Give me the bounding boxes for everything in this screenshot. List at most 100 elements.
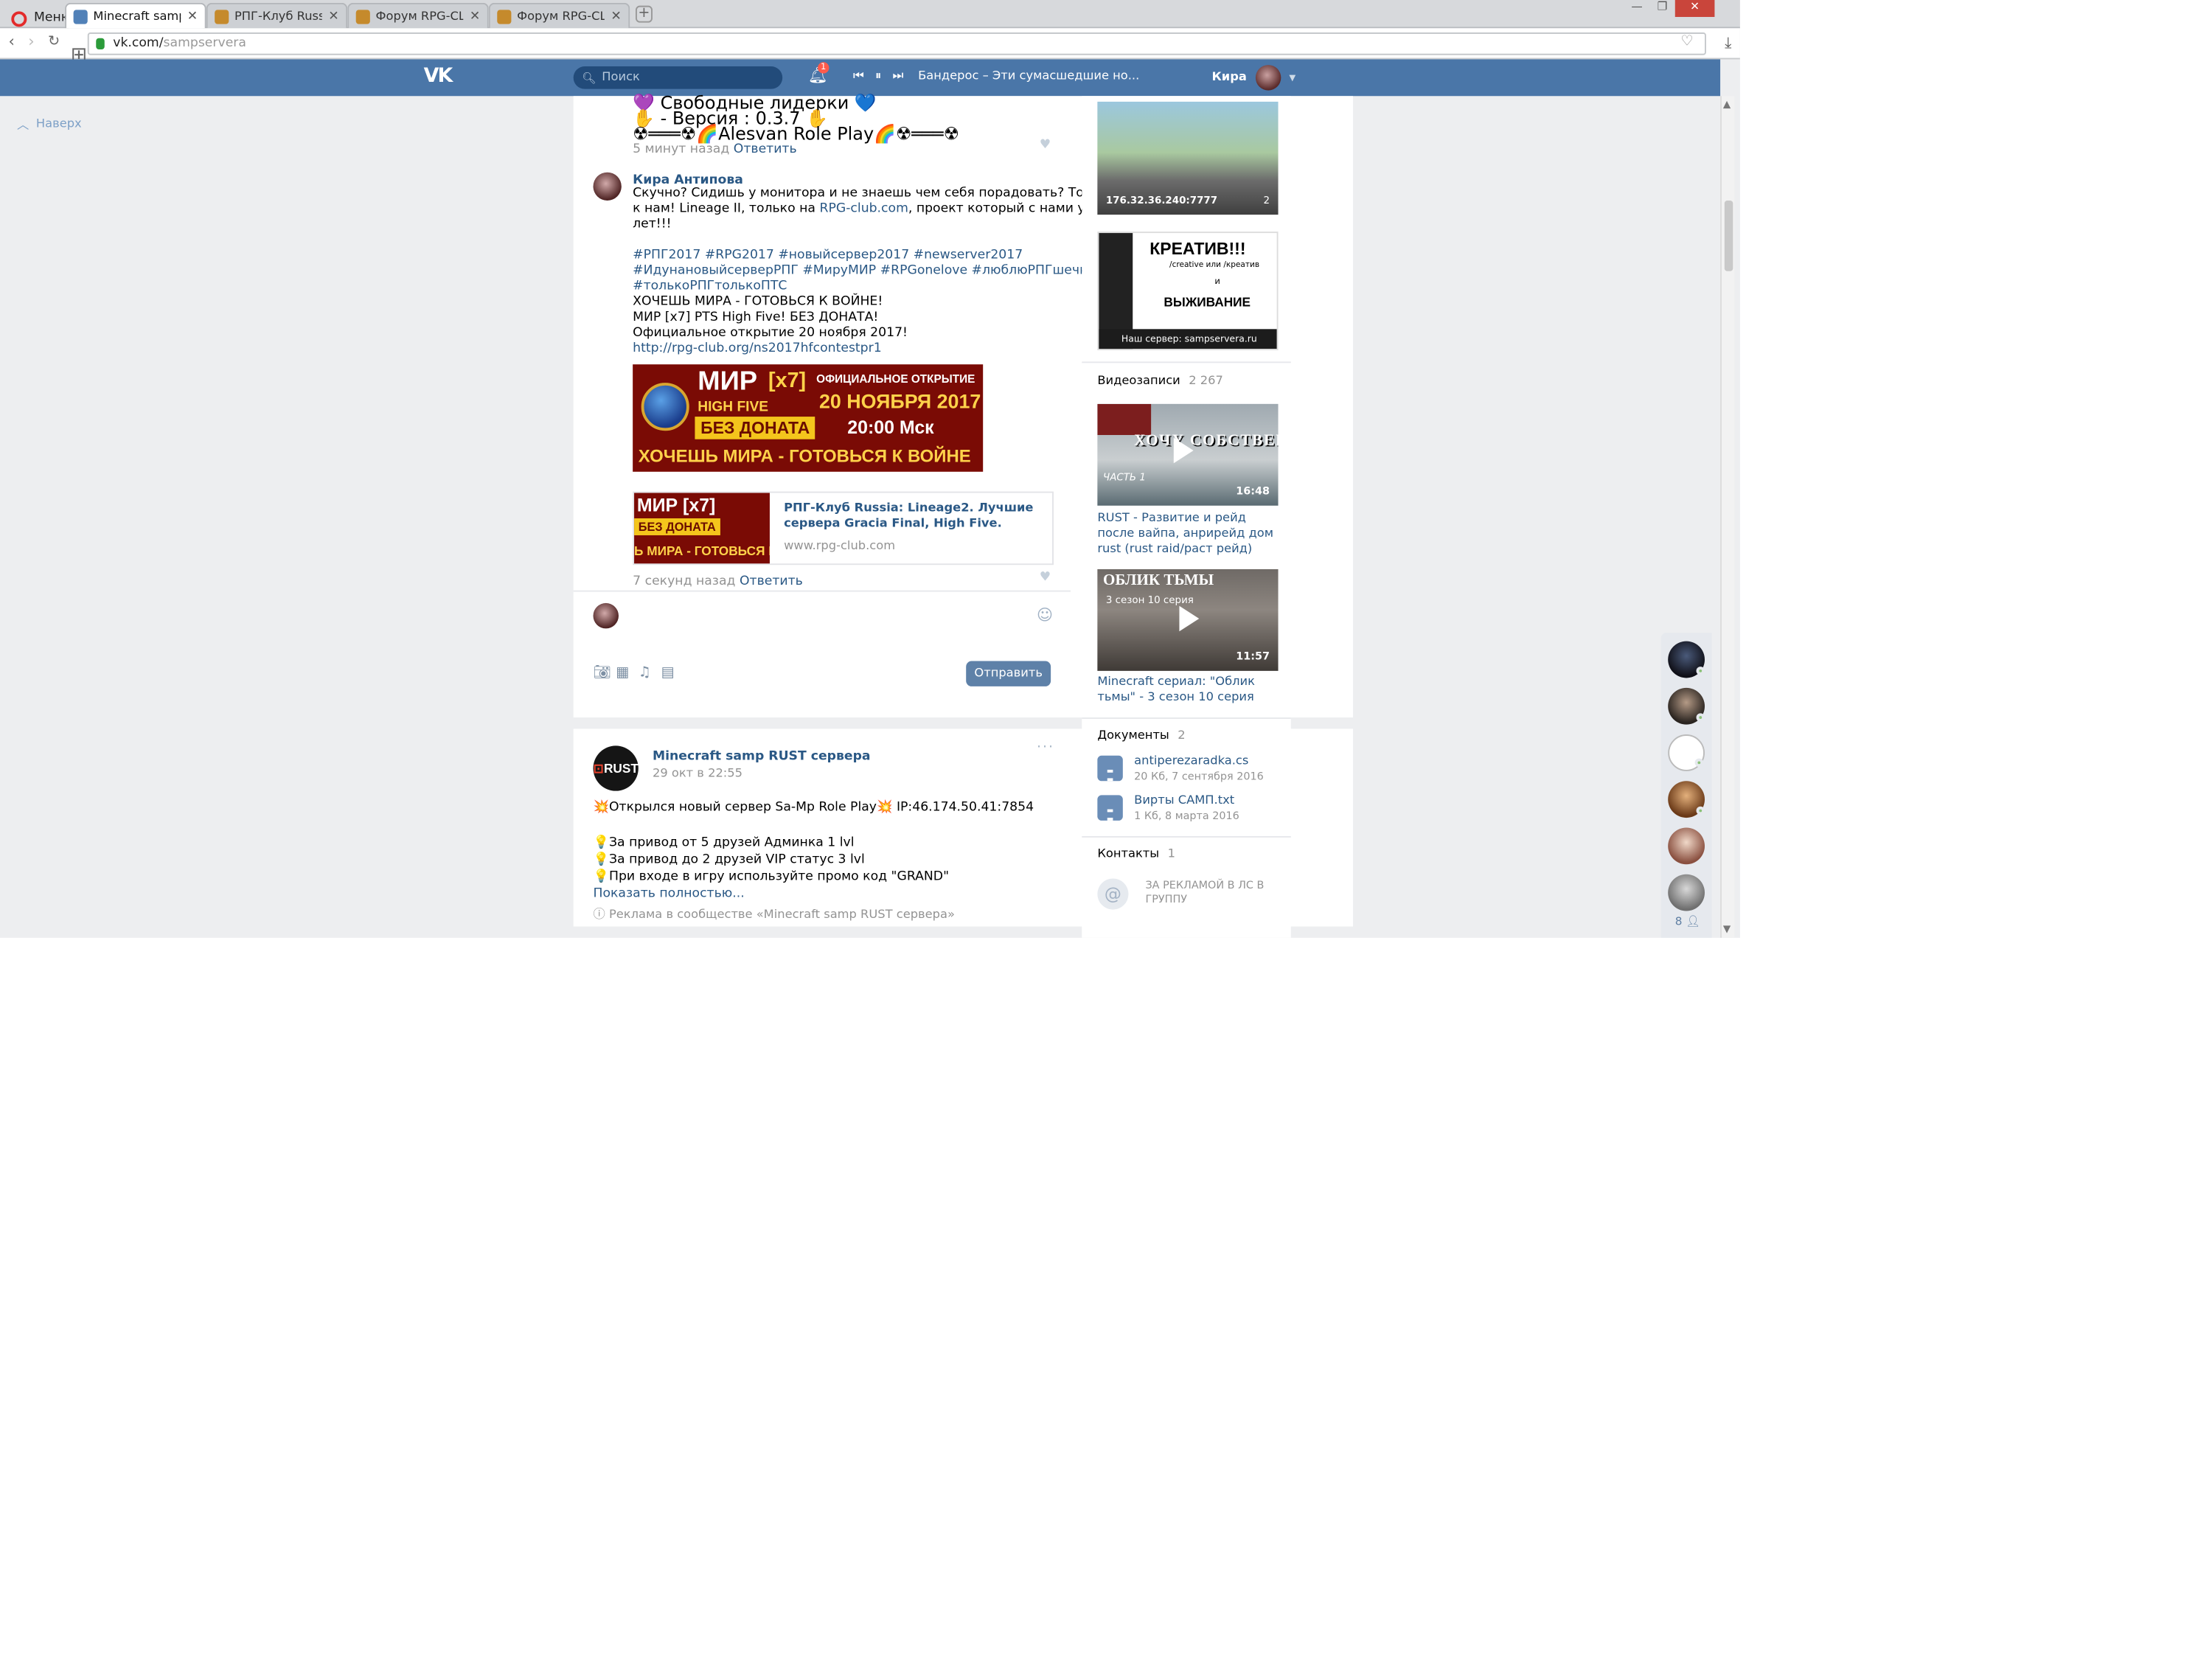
chat-avatar[interactable]	[1668, 734, 1705, 771]
next-track-icon[interactable]: ⏭︎	[892, 69, 903, 83]
camera-icon[interactable]: 📷︎	[594, 665, 611, 681]
more-options-icon[interactable]: ···	[1037, 740, 1054, 756]
close-tab-icon[interactable]: ✕	[328, 9, 338, 23]
bookmark-heart-icon[interactable]: ♡	[1681, 34, 1694, 49]
chat-count-value: 8	[1674, 915, 1683, 928]
download-icon[interactable]: ⤓	[1725, 34, 1731, 54]
scroll-up-link[interactable]: ︿ Наверх	[17, 116, 82, 133]
commenter-avatar[interactable]	[593, 172, 622, 201]
contact-item[interactable]: @ ЗА РЕКЛАМОЙ В ЛС В ГРУППУ	[1097, 876, 1287, 921]
show-more-link[interactable]: Показать полностью...	[594, 883, 745, 907]
back-icon[interactable]: ‹	[8, 32, 14, 51]
scrollbar-thumb[interactable]	[1724, 201, 1733, 271]
link-snippet[interactable]: МИР [x7] БЕЗ ДОНАТА Ь МИРА - ГОТОВЬСЯ К …	[633, 491, 1054, 566]
close-window-button[interactable]: ✕	[1674, 0, 1715, 17]
new-tab-button[interactable]: +	[635, 5, 653, 23]
scroll-up-arrow-icon[interactable]: ▲	[1723, 99, 1731, 110]
now-playing-title[interactable]: Бандерос – Эти сумасшедшие но...	[918, 69, 1139, 83]
ad-note[interactable]: ⓘ Реклама в сообществе «Minecraft samp R…	[594, 904, 955, 928]
chat-avatar[interactable]	[1668, 827, 1705, 865]
minimize-button[interactable]: —	[1624, 0, 1649, 17]
url-path: sampservera	[163, 36, 246, 51]
prev-track-icon[interactable]: ⏮︎	[853, 69, 864, 83]
maximize-button[interactable]: ❐	[1649, 0, 1674, 17]
like-heart-icon[interactable]: ♥	[1040, 139, 1051, 153]
snippet-title[interactable]: РПГ-Клуб Russia: Lineage2. Лучшие сервер…	[784, 501, 1046, 532]
snippet-thumb-text: Ь МИРА - ГОТОВЬСЯ К	[634, 543, 770, 558]
document-item[interactable]: Вирты САМП.txt 1 Кб, 8 марта 2016	[1097, 794, 1287, 825]
forward-icon[interactable]: ›	[28, 32, 34, 51]
comment-time: 5 минут назад Ответить	[633, 139, 796, 163]
pause-icon[interactable]: ⏸︎	[875, 69, 881, 83]
tab-rpg-club[interactable]: РПГ-Клуб Russia: Lineage ✕	[206, 2, 348, 29]
chat-avatar[interactable]	[1668, 641, 1705, 678]
contacts-label: Контакты	[1097, 847, 1160, 862]
chat-avatar[interactable]	[1668, 781, 1705, 818]
lock-icon	[96, 38, 105, 50]
divider	[1082, 717, 1291, 719]
videos-header[interactable]: Видеозаписи 2 267	[1097, 375, 1223, 389]
rpg-club-link[interactable]: RPG-club.com	[819, 202, 908, 216]
hashtags-line[interactable]: #РПГ2017 #RPG2017 #новыйсервер2017 #news…	[633, 248, 1023, 264]
comment-text-line: Официальное открытие 20 ноября 2017!	[633, 326, 908, 341]
chat-dock: 8 👤︎	[1660, 633, 1712, 938]
globe-logo-icon	[641, 383, 689, 431]
post-date[interactable]: 29 окт в 22:55	[653, 762, 742, 787]
close-tab-icon[interactable]: ✕	[611, 9, 621, 23]
document-name: Вирты САМП.txt	[1134, 793, 1235, 808]
promo-banner-image[interactable]: МИР [x7] HIGH FIVE БЕЗ ДОНАТА ОФИЦИАЛЬНО…	[633, 364, 984, 472]
tab-vk-active[interactable]: Minecraft samp RUST серв ✕	[65, 2, 206, 29]
video-icon[interactable]: ▦	[616, 665, 629, 681]
send-button[interactable]: Отправить	[966, 661, 1051, 686]
url-host: vk.com/	[113, 36, 164, 51]
close-tab-icon[interactable]: ✕	[470, 9, 480, 23]
audio-player-controls: ⏮︎ ⏸︎ ⏭︎	[853, 69, 903, 83]
reply-link[interactable]: Ответить	[734, 142, 797, 156]
comment-composer[interactable]: ☺ 📷︎ ▦ ♫ ▤ Отправить	[573, 590, 1071, 717]
hashtags-line[interactable]: #ИдунановыйсерверРПГ #МируМИР #RPGonelov…	[633, 264, 1095, 279]
scroll-down-arrow-icon[interactable]: ▼	[1723, 924, 1731, 935]
user-menu[interactable]: Кира ▼	[1211, 65, 1296, 91]
reply-link[interactable]: Ответить	[740, 575, 803, 589]
video-thumbnail-1[interactable]: ХОЧУ СОБСТВЕННЫЙ ОСТРОВ ЧАСТЬ 1 16:48	[1097, 403, 1279, 506]
chat-count[interactable]: 8 👤︎	[1675, 915, 1700, 928]
close-tab-icon[interactable]: ✕	[187, 9, 198, 23]
creative-sub: /creative или /креатив	[1169, 261, 1260, 270]
comment-text: к нам! Lineage II, только на	[633, 201, 820, 217]
like-heart-icon[interactable]: ♥	[1040, 571, 1051, 585]
video-title-2[interactable]: Minecraft сериал: "Облик тьмы" - 3 сезон…	[1097, 675, 1278, 706]
chat-avatar[interactable]	[1668, 687, 1705, 725]
play-icon[interactable]	[1179, 605, 1200, 632]
tab-forum-2[interactable]: Форум RPG-CLUB. Тема: ✕	[488, 2, 630, 29]
post-external-link[interactable]: http://rpg-club.org/ns2017hfcontestpr1	[633, 342, 882, 358]
video-title-1[interactable]: RUST - Развитие и рейд после вайпа, анри…	[1097, 511, 1278, 557]
docs-header[interactable]: Документы 2	[1097, 728, 1185, 742]
video-thumbnail-2[interactable]: ОБЛИК ТЬМЫ 3 сезон 10 серия 11:57	[1097, 568, 1279, 671]
comment-text-line: МИР [x7] PTS High Five! БЕЗ ДОНАТА!	[633, 310, 879, 325]
notifications-bell-icon[interactable]: 🔔︎ 1	[808, 62, 830, 85]
chevron-down-icon: ▼	[1289, 72, 1296, 83]
tab-forum-1[interactable]: Форум RPG-CLUB. Тема: ✕	[347, 2, 489, 29]
document-meta: 20 Кб, 7 сентября 2016	[1134, 769, 1264, 783]
hashtags-line[interactable]: #толькоРПГтолькоПТС	[633, 279, 787, 295]
search-input[interactable]: 🔍︎ Поиск	[573, 66, 783, 89]
music-icon[interactable]: ♫	[639, 665, 651, 681]
vk-logo[interactable]: VK	[424, 65, 453, 88]
address-bar: ‹ › ↻ ⊞ vk.com/ sampservera ♡ ⤓	[0, 28, 1740, 66]
contacts-header[interactable]: Контакты 1	[1097, 847, 1175, 861]
creative-banner-image[interactable]: КРЕАТИВ!!! /creative или /креатив и ВЫЖИ…	[1097, 232, 1279, 351]
play-icon[interactable]	[1173, 437, 1194, 464]
emoji-icon[interactable]: ☺	[1037, 606, 1053, 625]
game-screenshot-image[interactable]: 176.32.36.240:7777 2	[1097, 101, 1279, 215]
document-item[interactable]: antiperezaradka.cs 20 Кб, 7 сентября 201…	[1097, 754, 1287, 785]
browser-window: Меню Minecraft samp RUST серв ✕ РПГ-Клуб…	[0, 0, 1740, 938]
page-scrollbar[interactable]: ▲ ▼	[1720, 96, 1735, 938]
group-avatar[interactable]: ⊡RUST	[593, 745, 639, 791]
online-indicator	[1696, 713, 1705, 722]
reload-icon[interactable]: ↻	[48, 34, 60, 49]
chat-avatar[interactable]	[1668, 874, 1705, 911]
document-icon[interactable]: ▤	[661, 665, 674, 681]
url-field[interactable]: vk.com/ sampservera ♡	[87, 32, 1706, 55]
docs-label: Документы	[1097, 728, 1169, 743]
document-name: antiperezaradka.cs	[1134, 754, 1249, 769]
